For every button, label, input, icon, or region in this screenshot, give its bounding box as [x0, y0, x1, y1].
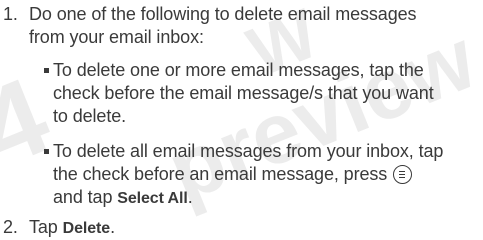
bullet-1-line-2: check before the email message/s that yo…: [53, 83, 434, 103]
step-1-text: Do one of the following to delete email …: [29, 3, 483, 49]
step-1-number: 1.: [3, 4, 18, 24]
bullet-1: To delete one or more email messages, ta…: [44, 59, 483, 128]
bullet-marker: [44, 149, 49, 154]
step-1-line-2: from your email inbox:: [29, 27, 204, 47]
bullet-2-line-3: and tap Select All.: [53, 186, 483, 210]
bullet-2-line-3-text: and tap: [53, 187, 118, 207]
step-2: 2. Tap Delete.: [0, 216, 483, 239]
step-2-pre: Tap: [29, 217, 63, 237]
bullet-2: To delete all email messages from your i…: [44, 140, 483, 209]
bullet-2-line-2-text: the check before an email message, press: [53, 164, 393, 184]
bullet-2-line-3-end: .: [187, 187, 193, 207]
step-2-text: Tap Delete.: [29, 216, 483, 240]
step-1-line-1: Do one of the following to delete email …: [29, 4, 417, 24]
bullet-1-line-1: To delete one or more email messages, ta…: [53, 60, 424, 80]
bullet-2-line-1: To delete all email messages from your i…: [53, 141, 444, 161]
step-1: 1. Do one of the following to delete ema…: [0, 3, 483, 49]
step-2-number: 2.: [3, 217, 18, 237]
select-all-label: Select All: [117, 190, 188, 207]
step-2-post: .: [110, 217, 115, 237]
bullet-1-line-3: to delete.: [53, 106, 127, 126]
bullet-2-line-2: the check before an email message, press: [53, 163, 483, 186]
delete-label: Delete: [62, 220, 111, 237]
bullet-1-text: To delete one or more email messages, ta…: [53, 59, 483, 128]
menu-key-icon: [393, 165, 413, 184]
bullet-2-text: To delete all email messages from your i…: [53, 140, 483, 210]
bullet-marker: [44, 68, 49, 73]
